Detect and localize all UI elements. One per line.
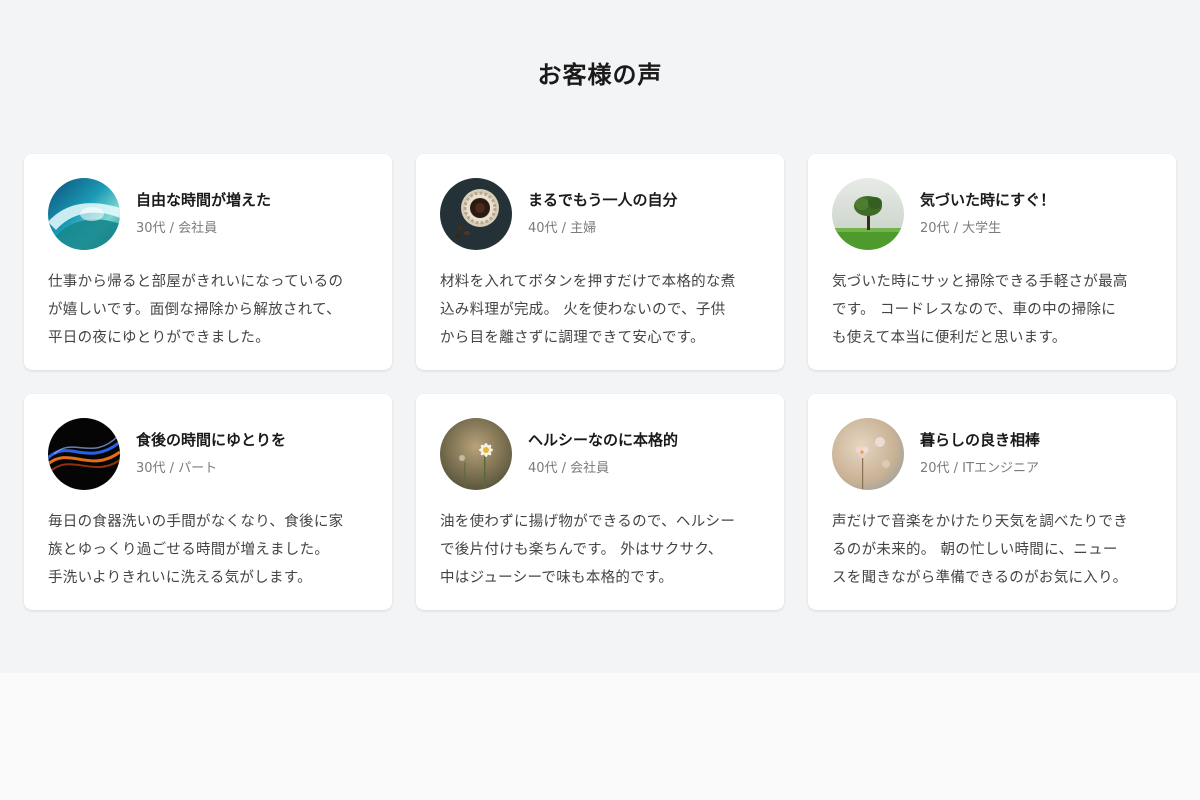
pink-flower-icon — [832, 418, 904, 490]
testimonial-card: 食後の時間にゆとりを 30代 / パート 毎日の食器洗いの手間がなくなり、食後に… — [24, 394, 392, 610]
card-author-info: 20代 / ITエンジニア — [920, 461, 1039, 476]
testimonial-card: 気づいた時にすぐ！ 20代 / 大学生 気づいた時にサッと掃除できる手軽さが最高… — [808, 154, 1176, 370]
card-author-info: 40代 / 主婦 — [528, 221, 597, 236]
card-meta: まるでもう一人の自分 40代 / 主婦 — [528, 190, 678, 238]
card-header: まるでもう一人の自分 40代 / 主婦 — [440, 178, 760, 250]
card-title: 自由な時間が増えた — [136, 191, 272, 209]
testimonial-card: 暮らしの良き相棒 20代 / ITエンジニア 声だけで音楽をかけたり天気を調べた… — [808, 394, 1176, 610]
card-header: 自由な時間が増えた 30代 / 会社員 — [48, 178, 368, 250]
card-meta: 食後の時間にゆとりを 30代 / パート — [136, 430, 286, 478]
card-text: 仕事から帰ると部屋がきれいになっているの が嬉しいです。面倒な掃除から解放されて… — [48, 274, 344, 346]
card-text: 毎日の食器洗いの手間がなくなり、食後に家 族とゆっくり過ごせる時間が増えました。… — [48, 514, 344, 586]
card-meta: 気づいた時にすぐ！ 20代 / 大学生 — [920, 190, 1055, 238]
testimonials-grid: 自由な時間が増えた 30代 / 会社員 仕事から帰ると部屋がきれいになっているの… — [24, 154, 1176, 610]
card-title: ヘルシーなのに本格的 — [528, 431, 679, 449]
card-meta: 暮らしの良き相棒 20代 / ITエンジニア — [920, 430, 1040, 478]
card-author-info: 30代 / 会社員 — [136, 221, 218, 236]
card-header: 暮らしの良き相棒 20代 / ITエンジニア — [832, 418, 1152, 490]
card-title: 気づいた時にすぐ！ — [920, 191, 1056, 209]
ocean-wave-icon — [48, 178, 120, 250]
tree-field-icon — [832, 178, 904, 250]
card-title: まるでもう一人の自分 — [528, 191, 678, 209]
light-swirl-icon — [48, 418, 120, 490]
card-title: 食後の時間にゆとりを — [136, 431, 287, 449]
card-text: 油を使わずに揚げ物ができるので、ヘルシー で後片付けも楽ちんです。 外はサクサク… — [440, 514, 736, 586]
daisy-flower-icon — [440, 418, 512, 490]
card-text: 材料を入れてボタンを押すだけで本格的な煮 込み料理が完成。 火を使わないので、子… — [440, 274, 736, 346]
section-title: お客様の声 — [537, 61, 663, 89]
card-meta: ヘルシーなのに本格的 40代 / 会社員 — [528, 430, 678, 478]
card-text: 声だけで音楽をかけたり天気を調べたりでき るのが未来的。 朝の忙しい時間に、ニュ… — [832, 514, 1128, 586]
card-header: ヘルシーなのに本格的 40代 / 会社員 — [440, 418, 760, 490]
card-meta: 自由な時間が増えた 30代 / 会社員 — [136, 190, 271, 238]
testimonial-card: 自由な時間が増えた 30代 / 会社員 仕事から帰ると部屋がきれいになっているの… — [24, 154, 392, 370]
card-header: 食後の時間にゆとりを 30代 / パート — [48, 418, 368, 490]
coffee-filter-icon — [440, 178, 512, 250]
testimonials-section: お客様の声 自由な時間が増えた 30代 / 会社員 仕事から帰ると部屋がきれいに… — [0, 0, 1200, 673]
card-author-info: 40代 / 会社員 — [528, 461, 610, 476]
card-header: 気づいた時にすぐ！ 20代 / 大学生 — [832, 178, 1152, 250]
card-author-info: 20代 / 大学生 — [920, 221, 1002, 236]
page-footer-area — [0, 673, 1200, 800]
testimonial-card: まるでもう一人の自分 40代 / 主婦 材料を入れてボタンを押すだけで本格的な煮… — [416, 154, 784, 370]
testimonial-card: ヘルシーなのに本格的 40代 / 会社員 油を使わずに揚げ物ができるので、ヘルシ… — [416, 394, 784, 610]
card-text: 気づいた時にサッと掃除できる手軽さが最高 です。 コードレスなので、車の中の掃除… — [832, 274, 1128, 346]
card-author-info: 30代 / パート — [136, 461, 218, 476]
card-title: 暮らしの良き相棒 — [920, 431, 1041, 449]
